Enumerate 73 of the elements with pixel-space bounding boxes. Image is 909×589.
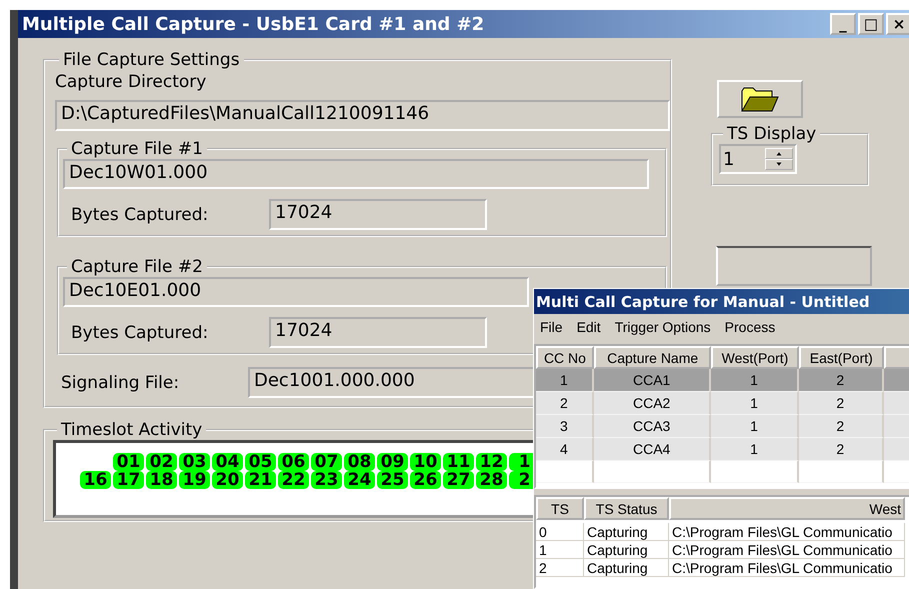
field-label: Signaling File: xyxy=(60,372,180,392)
table-row[interactable]: 1 CCA1 1 2 xyxy=(536,369,909,392)
directory-field[interactable]: D:\CapturedFiles\ManualCall1210091146 xyxy=(55,100,670,131)
timeslot-badge: 24 xyxy=(344,471,375,489)
column-header[interactable]: Capture Name xyxy=(594,346,712,369)
timeslot-badge: 10 xyxy=(410,453,441,471)
column-header[interactable]: CC No xyxy=(536,346,594,369)
timeslot-badge: 22 xyxy=(278,471,309,489)
column-header[interactable]: TS Status xyxy=(584,497,669,520)
timeslot-badge: 26 xyxy=(410,471,441,489)
timeslot-badge: 18 xyxy=(146,471,177,489)
timeslot-badge: 01 xyxy=(113,453,144,471)
timeslot-badge: 04 xyxy=(212,453,243,471)
window-title: Multi Call Capture for Manual - Untitled xyxy=(536,292,870,310)
table-cell: C:\Program Files\GL Communicatio xyxy=(669,541,905,559)
timeslot-badge: 17 xyxy=(113,471,144,489)
group-title: Capture File #1 xyxy=(70,139,204,159)
file-name-field[interactable]: Dec10E01.000 xyxy=(63,277,529,307)
timeslot-badge: 20 xyxy=(212,471,243,489)
table-cell: Capturing xyxy=(584,559,669,577)
field-label: Capture Directory xyxy=(55,72,208,92)
group-title: File Capture Settings xyxy=(62,50,241,70)
column-header[interactable]: East(Port) xyxy=(798,346,884,369)
table-cell: 1 xyxy=(536,541,584,559)
timeslot-badge: 28 xyxy=(476,471,507,489)
menu-item[interactable]: Trigger Options xyxy=(614,319,711,335)
spin-field[interactable]: 1 xyxy=(719,144,797,174)
table-cell: Capturing xyxy=(584,541,669,559)
table-cell: Capturing xyxy=(584,523,669,541)
column-header[interactable]: TS xyxy=(536,497,584,520)
window-title: Multiple Call Capture - UsbE1 Card #1 and #2 xyxy=(22,14,484,34)
timeslot-badge: 02 xyxy=(146,453,177,471)
window-control-button[interactable]: _ xyxy=(830,13,856,35)
timeslot-badge: 06 xyxy=(278,453,309,471)
window-control-button[interactable]: × xyxy=(886,13,909,35)
blank-button[interactable] xyxy=(716,246,872,286)
table-row[interactable]: 3 CCA3 1 2 xyxy=(536,415,909,438)
timeslot-badge: 23 xyxy=(311,471,342,489)
timeslot-badge: 19 xyxy=(179,471,210,489)
menu-item[interactable]: Edit xyxy=(576,319,601,335)
table-cell xyxy=(536,461,594,483)
file-name-field[interactable]: Dec10W01.000 xyxy=(63,159,649,189)
column-header[interactable]: West xyxy=(669,497,905,520)
timeslot-badge: 11 xyxy=(443,453,474,471)
timeslot-badge: 12 xyxy=(476,453,507,471)
timeslot-badge: 03 xyxy=(179,453,210,471)
column-header[interactable]: West(Port) xyxy=(711,346,799,369)
bytes-field[interactable]: 17024 xyxy=(269,317,487,348)
table-cell: 2 xyxy=(536,559,584,577)
menu-item[interactable]: File xyxy=(540,319,563,335)
timeslot-badge: 08 xyxy=(344,453,375,471)
field-label: Bytes Captured: xyxy=(70,204,210,224)
table-row[interactable]: 4 CCA4 1 2 xyxy=(536,438,909,461)
folder-icon xyxy=(740,85,780,113)
timeslot-badge: 07 xyxy=(311,453,342,471)
timeslot-badge: 27 xyxy=(443,471,474,489)
menu-item[interactable]: Process xyxy=(724,319,776,335)
table-cell: C:\Program Files\GL Communicatio xyxy=(669,523,905,541)
group-title: Timeslot Activity xyxy=(60,420,204,440)
timeslot-badge: 25 xyxy=(377,471,408,489)
bytes-field[interactable]: 17024 xyxy=(269,199,487,230)
group-title: Capture File #2 xyxy=(70,257,204,277)
window-control-button[interactable]: □ xyxy=(858,13,884,35)
timeslot-badge: 05 xyxy=(245,453,276,471)
group-title: TS Display xyxy=(726,124,818,144)
table-row[interactable]: 2 CCA2 1 2 xyxy=(536,392,909,415)
field-label: Bytes Captured: xyxy=(70,322,210,342)
table-cell: 0 xyxy=(536,523,584,541)
timeslot-badge: 21 xyxy=(245,471,276,489)
table-cell: C:\Program Files\GL Communicatio xyxy=(669,559,905,577)
timeslot-badge: 09 xyxy=(377,453,408,471)
timeslot-badge: 16 xyxy=(80,471,111,489)
open-folder-button[interactable] xyxy=(717,80,803,118)
